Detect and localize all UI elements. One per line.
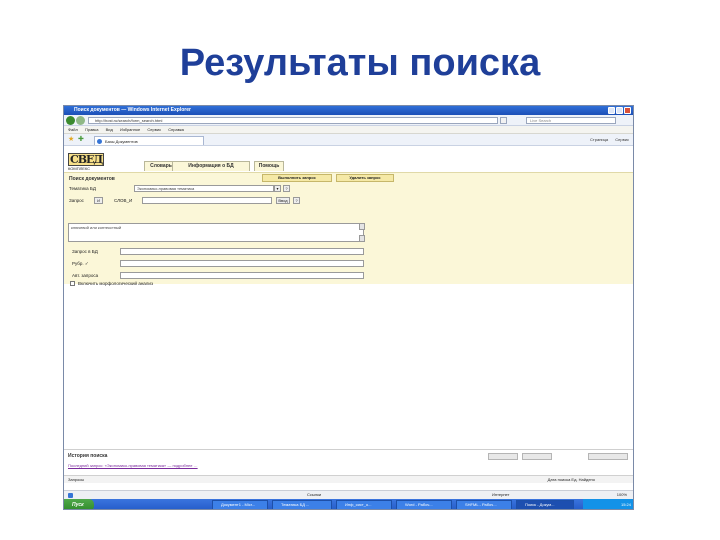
chevron-down-icon[interactable]: ▾ xyxy=(274,185,281,192)
taskbar-item[interactable]: SHFML - Рабоч... xyxy=(456,500,512,509)
execute-query-button[interactable]: Выполнить запрос xyxy=(262,174,332,182)
history-results-col: Дата поиска Ед. Найдено xyxy=(547,477,595,482)
windows-taskbar: Пуск Документ1 - Micr... Тематика БД ...… xyxy=(64,499,633,509)
query-operator-select[interactable]: И xyxy=(94,197,103,204)
query-confirm-button[interactable]: Ввод xyxy=(276,197,290,204)
app-logo: СВЕД КОМПЛЕКС xyxy=(68,153,112,171)
tab-help[interactable]: Помощь xyxy=(254,161,284,171)
status-links[interactable]: Ссылки xyxy=(307,491,321,499)
tab-db-info[interactable]: Информация о БД xyxy=(172,161,250,171)
page-menu[interactable]: Страница xyxy=(590,137,608,142)
row3-label: Авт. запроса xyxy=(72,273,99,278)
zoom-level[interactable]: 100% xyxy=(617,491,627,499)
scroll-down-icon[interactable] xyxy=(359,235,365,242)
favorites-star-icon[interactable]: ★ xyxy=(68,136,74,143)
morphology-checkbox[interactable] xyxy=(70,281,75,286)
row2-label: Рубр. ✓ xyxy=(72,261,89,266)
menu-view[interactable]: Вид xyxy=(106,127,113,132)
menu-bar: Файл Правка Вид Избранное Сервис Справка xyxy=(64,126,633,134)
command-bar: Страница Сервис xyxy=(584,136,629,144)
history-header: Запросы Дата поиска Ед. Найдено xyxy=(64,475,633,483)
taskbar-item[interactable]: Word - Рабоч... xyxy=(396,500,452,509)
go-icon[interactable] xyxy=(500,117,507,124)
menu-edit[interactable]: Правка xyxy=(85,127,99,132)
search-panel: Поиск документов Выполнить запрос Удалит… xyxy=(64,172,633,286)
query-input[interactable] xyxy=(142,197,272,204)
clear-query-button[interactable]: Удалить запрос xyxy=(336,174,394,182)
taskbar-item[interactable]: Документ1 - Micr... xyxy=(212,500,268,509)
taskbar-item[interactable]: Тематика БД ... xyxy=(272,500,332,509)
address-bar: http://host.ru/search/form_search.html L… xyxy=(64,115,633,126)
db-label: Тематика БД xyxy=(69,186,96,191)
history-query-col: Запросы xyxy=(68,477,85,482)
history-link[interactable]: Последний запрос: «Экономико-правовая те… xyxy=(68,463,198,468)
history-title: История поиска xyxy=(68,453,108,459)
query-textarea[interactable]: ключевой или контекстный xyxy=(68,223,364,242)
logo-text: СВЕД xyxy=(68,153,105,166)
window-titlebar: Поиск документов — Windows Internet Expl… xyxy=(64,106,633,115)
section-title: Поиск документов xyxy=(69,176,115,182)
menu-help[interactable]: Справка xyxy=(168,127,184,132)
query-scope: СЛОВ_И xyxy=(114,198,133,203)
help-icon[interactable]: ? xyxy=(283,185,290,192)
minimize-icon[interactable] xyxy=(608,107,615,114)
logo-subtitle: КОМПЛЕКС xyxy=(68,166,91,171)
browser-tab[interactable]: Базы Документов xyxy=(94,136,204,145)
menu-favorites[interactable]: Избранное xyxy=(120,127,140,132)
app-page: СВЕД КОМПЛЕКС Словарь Информация о БД По… xyxy=(64,147,633,490)
close-icon[interactable] xyxy=(624,107,631,114)
page-done-icon xyxy=(68,493,73,498)
add-favorite-icon[interactable]: ✚ xyxy=(78,136,84,143)
address-input[interactable]: http://host.ru/search/form_search.html xyxy=(88,117,498,124)
morphology-label: Включить морфологический анализ xyxy=(78,281,154,286)
db-select[interactable]: Экономико-правовая тематика xyxy=(134,185,274,192)
taskbar-item[interactable]: Инф_сист_о... xyxy=(336,500,392,509)
search-input[interactable]: Live Search xyxy=(526,117,616,124)
query-help-icon[interactable]: ? xyxy=(293,197,300,204)
browser-tab-label: Базы Документов xyxy=(105,139,138,144)
history-button-3[interactable] xyxy=(588,453,628,460)
history-button-1[interactable] xyxy=(488,453,518,460)
slide-title: Результаты поиска xyxy=(179,42,541,84)
ie-icon xyxy=(97,139,102,144)
favorites-bar: ★ ✚ Базы Документов Страница Сервис xyxy=(64,134,633,146)
browser-screenshot: Поиск документов — Windows Internet Expl… xyxy=(63,105,634,510)
query-label: Запрос xyxy=(69,198,84,203)
row2-input[interactable] xyxy=(120,260,364,267)
row3-input[interactable] xyxy=(120,272,364,279)
row1-input[interactable] xyxy=(120,248,364,255)
back-icon[interactable] xyxy=(66,116,75,125)
status-zone: Интернет xyxy=(492,492,510,497)
window-controls xyxy=(608,107,631,114)
forward-icon[interactable] xyxy=(76,116,85,125)
window-title: Поиск документов — Windows Internet Expl… xyxy=(74,107,191,113)
menu-file[interactable]: Файл xyxy=(68,127,78,132)
search-history: История поиска Последний запрос: «Эконом… xyxy=(64,449,633,490)
history-button-2[interactable] xyxy=(522,453,552,460)
menu-tools[interactable]: Сервис xyxy=(147,127,161,132)
start-button[interactable]: Пуск xyxy=(64,499,94,509)
system-tray-clock: 15:24 xyxy=(583,499,633,509)
taskbar-item-active[interactable]: Поиск - Докум... xyxy=(516,500,574,509)
scroll-up-icon[interactable] xyxy=(359,223,365,230)
row1-label: Запрос в БД xyxy=(72,249,98,254)
status-bar: Ссылки Интернет 100% xyxy=(64,490,633,499)
maximize-icon[interactable] xyxy=(616,107,623,114)
tools-menu[interactable]: Сервис xyxy=(615,137,629,142)
